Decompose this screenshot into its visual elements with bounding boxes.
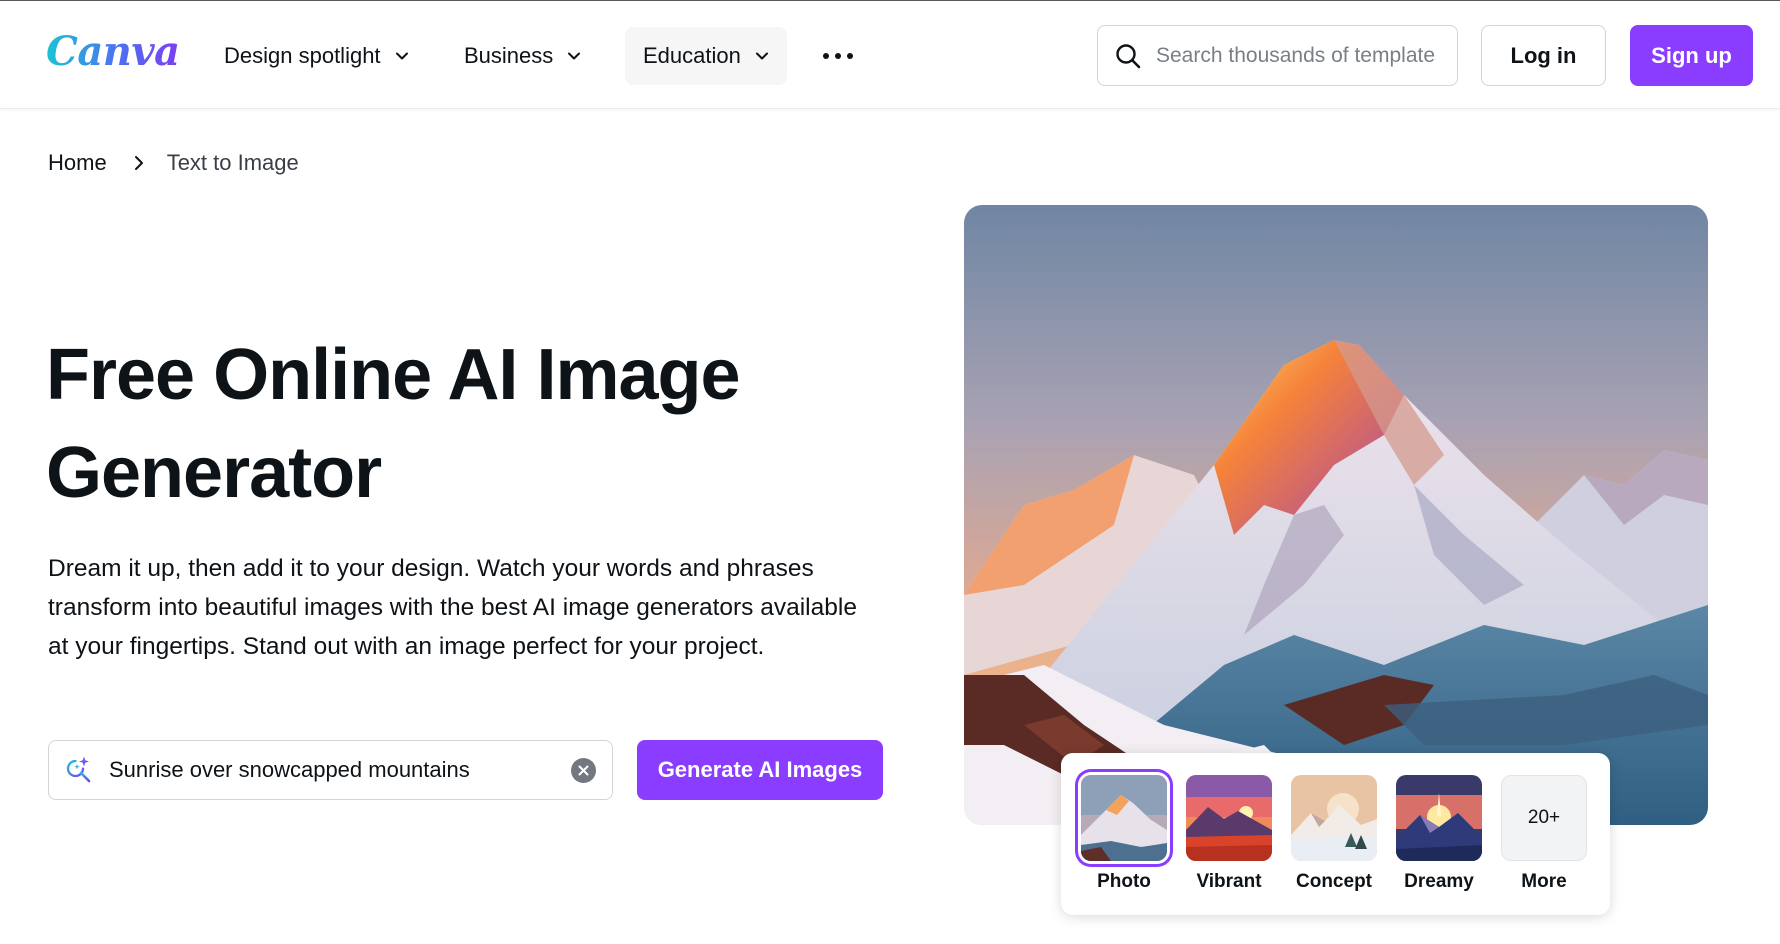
style-thumbnail bbox=[1396, 775, 1482, 861]
login-button[interactable]: Log in bbox=[1481, 25, 1606, 86]
style-option-more[interactable]: 20+ More bbox=[1499, 775, 1589, 899]
chevron-down-icon bbox=[568, 52, 581, 60]
chevron-right-icon bbox=[134, 156, 143, 170]
style-label: Dreamy bbox=[1404, 871, 1474, 892]
style-option-photo[interactable]: Photo bbox=[1079, 775, 1169, 899]
page-title: Free Online AI Image Generator bbox=[46, 326, 886, 522]
breadcrumb: Home Text to Image bbox=[48, 150, 299, 176]
prompt-field[interactable] bbox=[48, 740, 613, 800]
breadcrumb-home-link[interactable]: Home bbox=[48, 150, 107, 176]
style-picker: Photo Vibrant Concept Dreamy 20+ More bbox=[1061, 753, 1610, 915]
clear-icon[interactable] bbox=[571, 758, 596, 783]
chevron-down-icon bbox=[755, 52, 768, 60]
style-label: More bbox=[1521, 871, 1567, 892]
nav-label: Design spotlight bbox=[224, 43, 381, 68]
hero-description: Dream it up, then add it to your design.… bbox=[48, 555, 857, 660]
ai-search-sparkle-icon bbox=[66, 756, 91, 783]
signup-button[interactable]: Sign up bbox=[1630, 25, 1753, 86]
nav-business[interactable]: Business bbox=[446, 27, 599, 85]
chevron-down-icon bbox=[395, 52, 408, 60]
style-label: Photo bbox=[1097, 871, 1151, 892]
style-thumbnail bbox=[1081, 775, 1167, 861]
hero-mountain-image bbox=[964, 205, 1708, 825]
nav-design-spotlight[interactable]: Design spotlight bbox=[206, 27, 427, 85]
search-input[interactable] bbox=[1156, 43, 1436, 68]
nav-label: Education bbox=[643, 43, 741, 68]
title-line-2: Generator bbox=[46, 433, 382, 513]
template-search[interactable] bbox=[1097, 25, 1458, 86]
nav-education[interactable]: Education bbox=[625, 27, 787, 85]
style-label: Concept bbox=[1296, 871, 1372, 892]
more-styles-tile: 20+ bbox=[1501, 775, 1587, 861]
style-option-vibrant[interactable]: Vibrant bbox=[1184, 775, 1274, 899]
nav-label: Business bbox=[464, 43, 554, 68]
more-count: 20+ bbox=[1527, 807, 1561, 828]
breadcrumb-current: Text to Image bbox=[166, 150, 299, 175]
style-thumbnail bbox=[1186, 775, 1272, 861]
style-label: Vibrant bbox=[1196, 871, 1262, 892]
site-header: Canva Design spotlight Business Educatio… bbox=[0, 1, 1780, 109]
search-icon bbox=[1116, 43, 1141, 68]
more-dots-icon[interactable] bbox=[818, 39, 858, 73]
logo-wordmark: Canva bbox=[46, 28, 180, 75]
style-option-concept[interactable]: Concept bbox=[1289, 775, 1379, 899]
style-thumbnail bbox=[1291, 775, 1377, 861]
prompt-input[interactable] bbox=[109, 757, 539, 783]
title-line-1: Free Online AI Image bbox=[46, 335, 741, 415]
canva-logo[interactable]: Canva bbox=[46, 27, 180, 77]
style-option-dreamy[interactable]: Dreamy bbox=[1394, 775, 1484, 899]
generate-ai-images-button[interactable]: Generate AI Images bbox=[637, 740, 883, 800]
